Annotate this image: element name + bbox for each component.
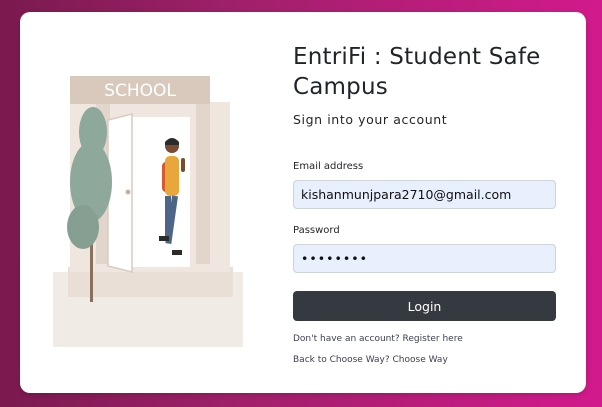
tree-lower	[67, 205, 99, 249]
choose-way-link[interactable]: Choose Way	[393, 355, 448, 365]
login-button[interactable]: Login	[293, 291, 556, 321]
login-form: EntriFi : Student Safe Campus Sign into …	[293, 42, 556, 365]
register-link[interactable]: Register here	[403, 334, 463, 344]
email-label: Email address	[293, 161, 364, 172]
door-knob	[125, 189, 131, 195]
register-line: Don't have an account? Register here	[293, 334, 463, 344]
school-illustration: SCHOOL	[53, 76, 243, 347]
back-line: Back to Choose Way? Choose Way	[293, 355, 448, 365]
right-column	[196, 104, 210, 264]
school-sign-text: SCHOOL	[104, 81, 176, 101]
register-prefix: Don't have an account?	[293, 334, 400, 344]
page-subtitle: Sign into your account	[293, 112, 448, 127]
email-field[interactable]	[293, 180, 556, 209]
tree-top	[79, 107, 107, 157]
password-label: Password	[293, 225, 340, 236]
login-card: SCHOOL EntriFi : Student Safe Campus Sig…	[20, 12, 586, 393]
page-title: EntriFi : Student Safe Campus	[293, 44, 541, 100]
password-field[interactable]	[293, 244, 556, 273]
back-prefix: Back to Choose Way?	[293, 355, 390, 365]
